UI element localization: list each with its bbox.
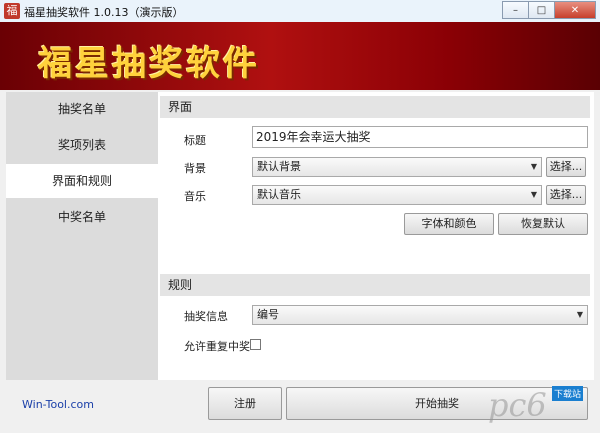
- sidebar-item-interface-rules[interactable]: 界面和规则: [6, 164, 158, 198]
- music-label: 音乐: [184, 190, 206, 203]
- restore-default-button[interactable]: 恢复默认: [498, 213, 588, 235]
- maximize-button[interactable]: □: [528, 1, 554, 19]
- window-controls: – □ ✕: [502, 1, 596, 19]
- title-bar: 福 福星抽奖软件 1.0.13（演示版） – □ ✕: [0, 0, 600, 23]
- sidebar-item-draw-list[interactable]: 抽奖名单: [6, 92, 158, 126]
- music-browse-button[interactable]: 选择...: [546, 185, 586, 205]
- background-label: 背景: [184, 162, 206, 175]
- title-input[interactable]: 2019年会幸运大抽奖: [252, 126, 588, 148]
- app-window: 福 福星抽奖软件 1.0.13（演示版） – □ ✕ 福星抽奖软件 抽奖名单 奖…: [0, 0, 600, 433]
- header-banner: 福星抽奖软件: [0, 22, 600, 90]
- settings-panel: 界面 标题 2019年会幸运大抽奖 背景 默认背景 ▼ 选择... 音乐 默认音…: [158, 92, 594, 380]
- dropdown-arrow-icon: ▼: [530, 162, 537, 171]
- interface-section-header: 界面: [160, 96, 590, 118]
- draw-info-label: 抽奖信息: [184, 310, 228, 323]
- app-icon: 福: [4, 3, 20, 19]
- draw-info-select-value: 编号: [257, 308, 279, 321]
- music-select-value: 默认音乐: [257, 188, 301, 201]
- font-color-button[interactable]: 字体和颜色: [404, 213, 494, 235]
- minimize-button[interactable]: –: [502, 1, 528, 19]
- register-button[interactable]: 注册: [208, 387, 282, 420]
- watermark: pc6 下载站: [482, 384, 592, 428]
- sidebar: 抽奖名单 奖项列表 界面和规则 中奖名单: [6, 92, 158, 380]
- banner-title: 福星抽奖软件: [38, 44, 260, 84]
- allow-repeat-checkbox[interactable]: [250, 339, 261, 350]
- watermark-logo: pc6: [488, 386, 547, 424]
- draw-info-select[interactable]: 编号 ▼: [252, 305, 588, 325]
- background-browse-button[interactable]: 选择...: [546, 157, 586, 177]
- title-label: 标题: [184, 134, 206, 147]
- rules-section-header: 规则: [160, 274, 590, 296]
- sidebar-item-prize-list[interactable]: 奖项列表: [6, 128, 158, 162]
- sidebar-item-winner-list[interactable]: 中奖名单: [6, 200, 158, 234]
- close-button[interactable]: ✕: [554, 1, 596, 19]
- watermark-badge: 下载站: [552, 386, 584, 401]
- background-select[interactable]: 默认背景 ▼: [252, 157, 542, 177]
- music-select[interactable]: 默认音乐 ▼: [252, 185, 542, 205]
- dropdown-arrow-icon: ▼: [530, 190, 537, 199]
- allow-repeat-label: 允许重复中奖: [184, 340, 250, 353]
- dropdown-arrow-icon: ▼: [576, 310, 583, 319]
- background-select-value: 默认背景: [257, 160, 301, 173]
- window-title: 福星抽奖软件 1.0.13（演示版）: [24, 6, 184, 19]
- website-link[interactable]: Win-Tool.com: [22, 398, 94, 411]
